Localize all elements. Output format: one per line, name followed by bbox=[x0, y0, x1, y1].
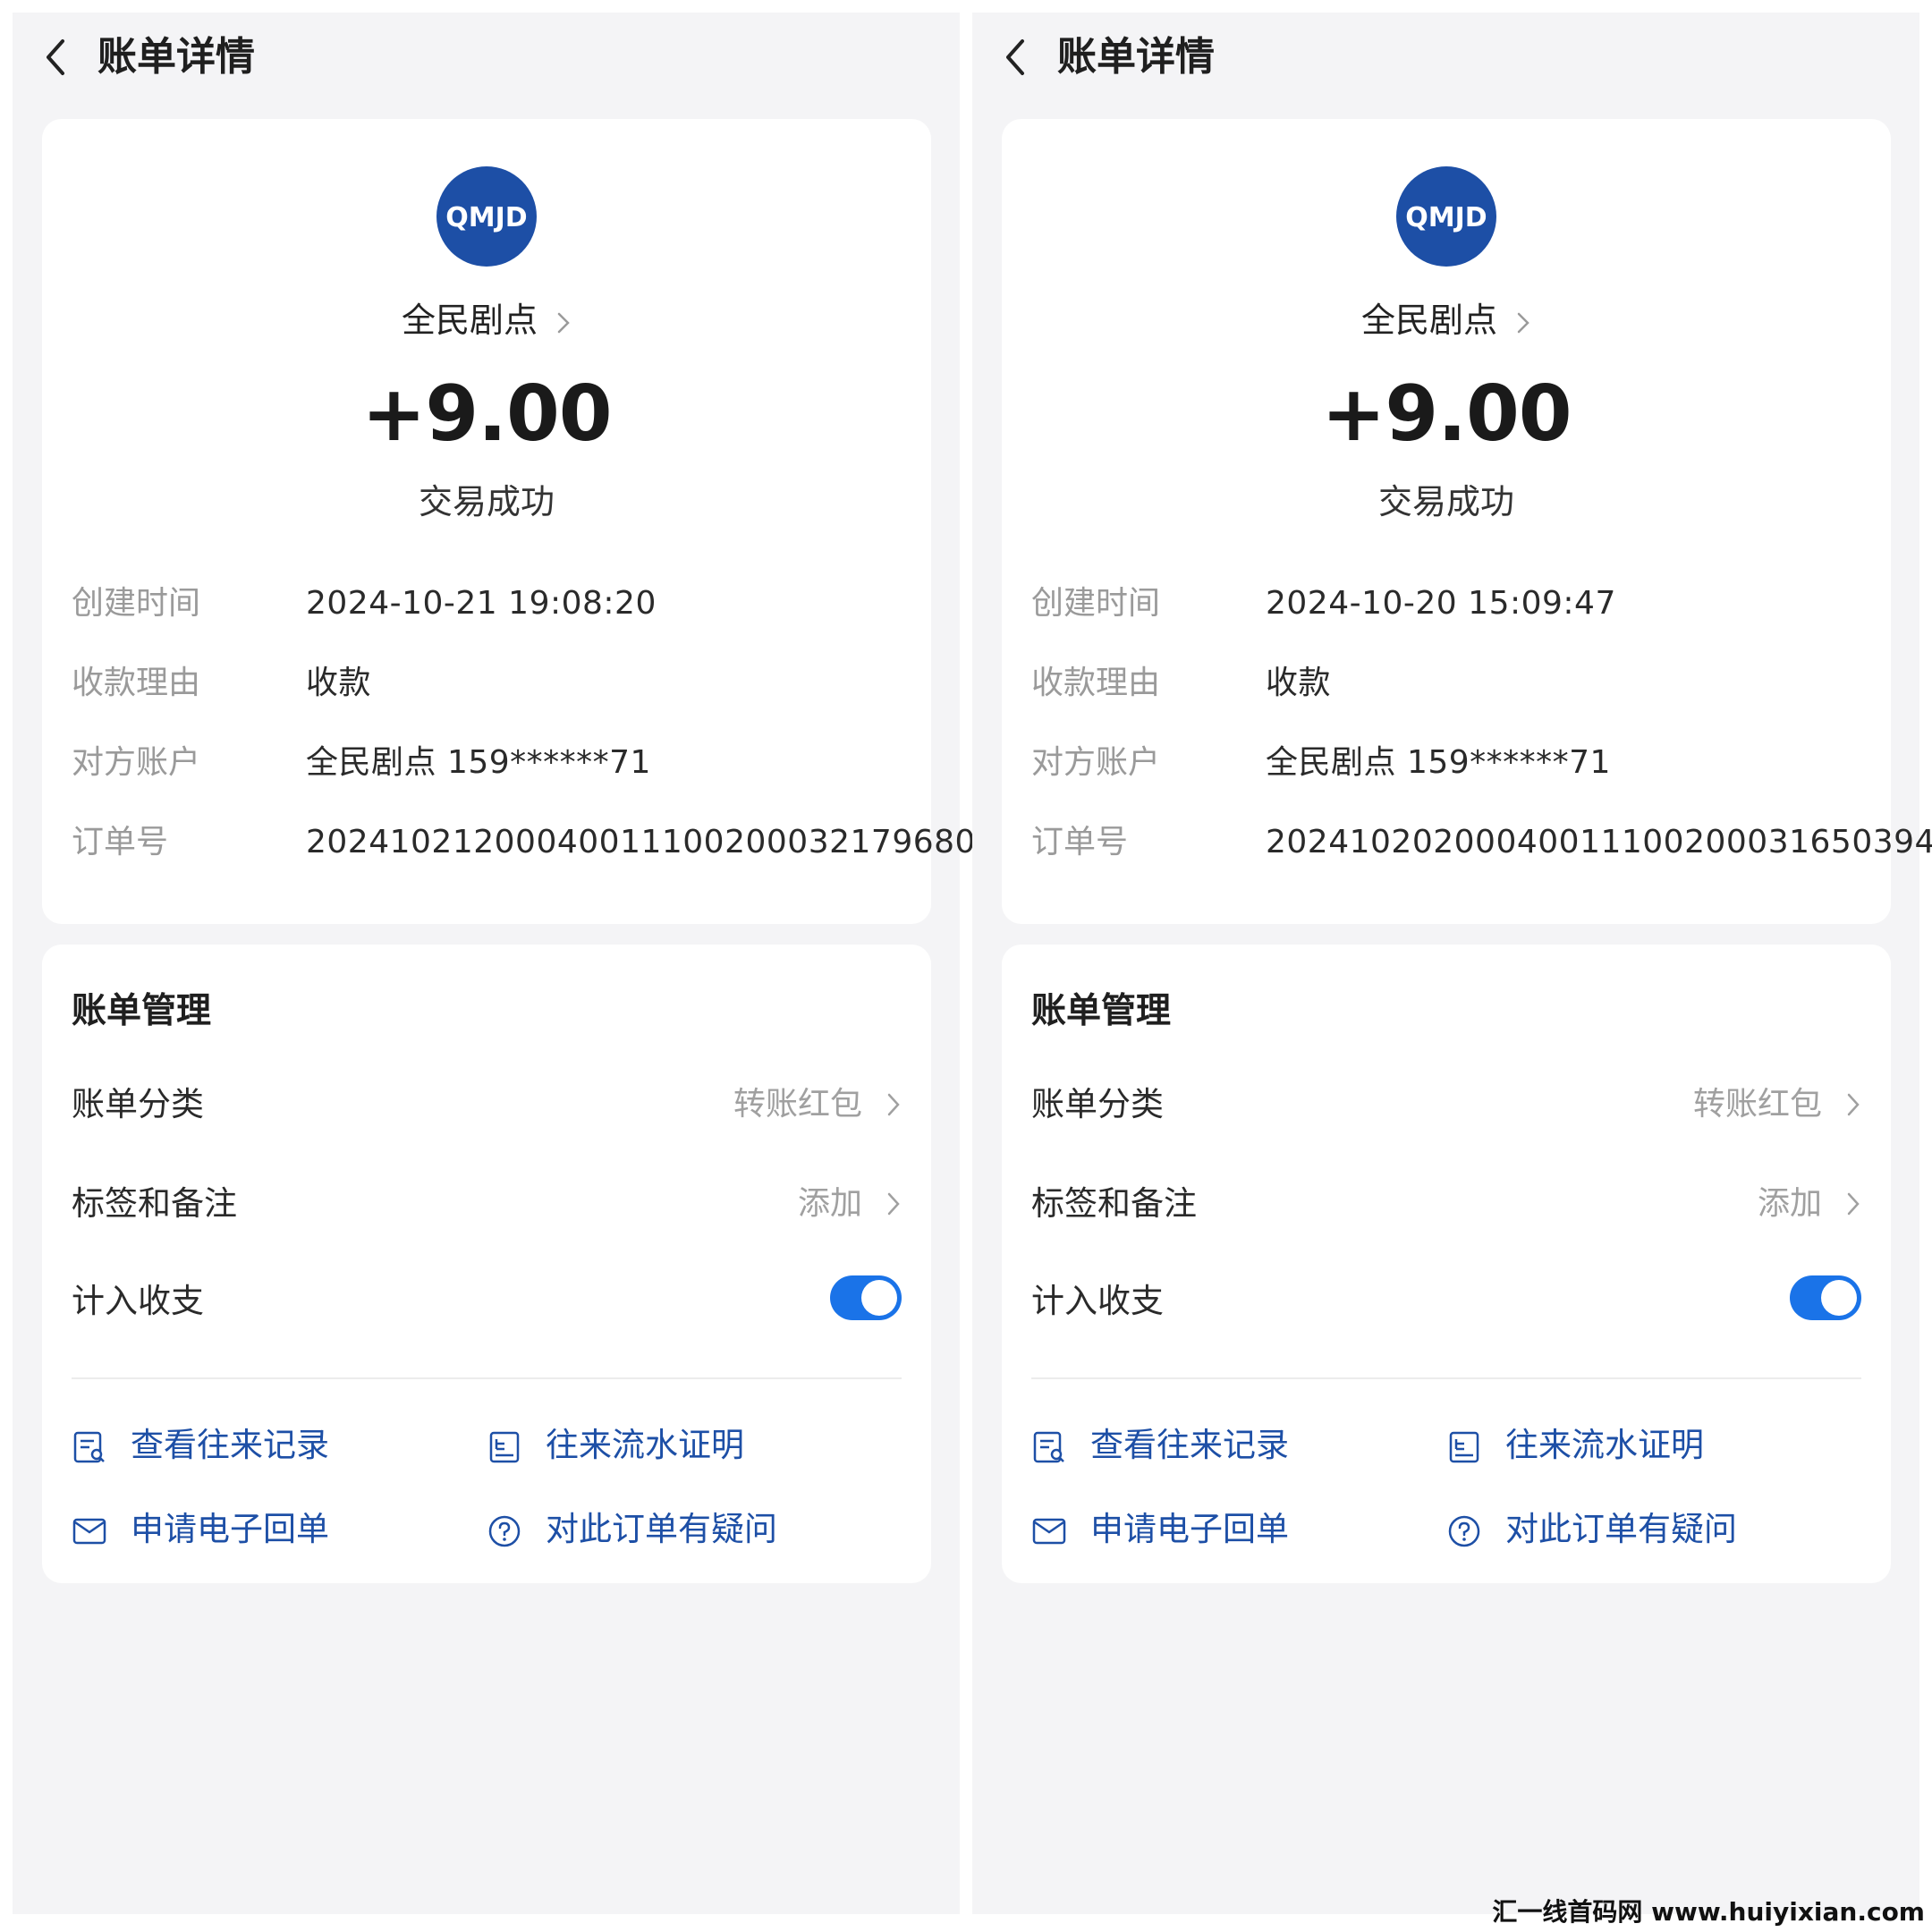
count-in-income-row: 计入收支 bbox=[72, 1270, 902, 1333]
merchant-logo: QMJD bbox=[436, 166, 537, 267]
records-icon bbox=[1033, 1431, 1064, 1463]
detail-row-order-number: 订单号 20241021200040011100200032179680 bbox=[72, 805, 975, 885]
records-icon bbox=[73, 1431, 105, 1463]
bill-category-row[interactable]: 账单分类 转账红包 bbox=[1031, 1073, 1861, 1136]
row-label: 计入收支 bbox=[72, 1282, 204, 1320]
section-title: 账单管理 bbox=[1031, 991, 1172, 1031]
action-label: 查看往来记录 bbox=[1090, 1426, 1289, 1464]
amount: +9.00 bbox=[1321, 369, 1572, 459]
help-circle-icon bbox=[1448, 1515, 1480, 1547]
action-label: 往来流水证明 bbox=[546, 1426, 744, 1464]
chevron-right-icon bbox=[887, 1192, 900, 1216]
bill-category-row[interactable]: 账单分类 转账红包 bbox=[72, 1073, 902, 1136]
toggle-knob bbox=[1821, 1280, 1857, 1316]
detail-row-created-time: 创建时间 2024-10-21 19:08:20 bbox=[72, 566, 912, 646]
help-circle-icon bbox=[488, 1515, 521, 1547]
detail-list: 创建时间 2024-10-21 19:08:20 收款理由 收款 对方账户 全民… bbox=[72, 566, 975, 885]
mail-icon bbox=[1032, 1518, 1066, 1545]
detail-label: 对方账户 bbox=[1031, 744, 1161, 781]
action-label: 申请电子回单 bbox=[131, 1510, 329, 1548]
income-toggle[interactable] bbox=[830, 1275, 902, 1320]
detail-row-counterparty: 对方账户 全民剧点 159******71 bbox=[1031, 725, 1872, 805]
divider bbox=[1031, 1377, 1861, 1379]
detail-value: 2024-10-20 15:09:47 bbox=[1266, 585, 1616, 622]
action-label: 对此订单有疑问 bbox=[546, 1510, 777, 1548]
row-label: 计入收支 bbox=[1031, 1282, 1164, 1320]
merchant-logo-text: QMJD bbox=[1405, 202, 1487, 233]
row-value: 转账红包 bbox=[1692, 1086, 1822, 1123]
detail-row-created-time: 创建时间 2024-10-20 15:09:47 bbox=[1031, 566, 1872, 646]
transaction-status: 交易成功 bbox=[418, 482, 555, 521]
detail-label: 收款理由 bbox=[1031, 665, 1161, 701]
bill-detail-screen-1: 账单详情 QMJD 全民剧点 +9.00 交易成功 创建时间 2024-10-2… bbox=[13, 13, 975, 1914]
row-value: 添加 bbox=[1757, 1185, 1822, 1222]
merchant-name: 全民剧点 bbox=[401, 301, 538, 340]
mail-icon bbox=[72, 1518, 106, 1545]
detail-row-order-number: 订单号 20241020200040011100200031650394 bbox=[1031, 805, 1932, 885]
chevron-right-icon bbox=[557, 312, 570, 333]
action-label: 往来流水证明 bbox=[1505, 1426, 1704, 1464]
detail-list: 创建时间 2024-10-20 15:09:47 收款理由 收款 对方账户 全民… bbox=[1031, 566, 1932, 885]
action-label: 对此订单有疑问 bbox=[1505, 1510, 1737, 1548]
row-label: 标签和备注 bbox=[1031, 1184, 1197, 1223]
transaction-status: 交易成功 bbox=[1377, 482, 1514, 521]
bill-detail-screen-2: 账单详情 QMJD 全民剧点 +9.00 交易成功 创建时间 2024-10-2… bbox=[972, 13, 1932, 1914]
detail-value: 全民剧点 159******71 bbox=[306, 744, 651, 781]
bill-management-card: 账单管理 账单分类 转账红包 标签和备注 添加 计入收支 查看往来记录 往来流水… bbox=[42, 945, 931, 1583]
detail-label: 订单号 bbox=[72, 824, 169, 860]
detail-label: 对方账户 bbox=[72, 744, 201, 781]
income-toggle[interactable] bbox=[1790, 1275, 1861, 1320]
watermark: 汇一线首码网 www.huiyixian.com bbox=[1492, 1897, 1925, 1927]
row-value: 转账红包 bbox=[733, 1086, 862, 1123]
back-arrow-icon[interactable] bbox=[38, 32, 73, 82]
section-title: 账单管理 bbox=[72, 991, 212, 1031]
merchant-name-link[interactable]: 全民剧点 bbox=[1002, 298, 1891, 343]
action-label: 申请电子回单 bbox=[1090, 1510, 1289, 1548]
statement-icon bbox=[1449, 1431, 1479, 1463]
detail-label: 订单号 bbox=[1031, 824, 1129, 860]
tags-notes-row[interactable]: 标签和备注 添加 bbox=[1031, 1173, 1861, 1235]
detail-label: 创建时间 bbox=[1031, 585, 1161, 622]
detail-value: 20241021200040011100200032179680 bbox=[306, 824, 976, 860]
bill-management-card: 账单管理 账单分类 转账红包 标签和备注 添加 计入收支 查看往来记录 往来流水… bbox=[1002, 945, 1891, 1583]
top-bar: 账单详情 bbox=[972, 13, 1919, 102]
back-arrow-icon[interactable] bbox=[997, 32, 1033, 82]
transaction-card: QMJD 全民剧点 +9.00 交易成功 创建时间 2024-10-20 15:… bbox=[1002, 119, 1932, 924]
detail-row-reason: 收款理由 收款 bbox=[72, 646, 912, 725]
transaction-card: QMJD 全民剧点 +9.00 交易成功 创建时间 2024-10-21 19:… bbox=[42, 119, 975, 924]
detail-value: 2024-10-21 19:08:20 bbox=[306, 585, 657, 622]
page-title: 账单详情 bbox=[1057, 34, 1215, 80]
amount: +9.00 bbox=[361, 369, 612, 459]
merchant-logo-text: QMJD bbox=[445, 202, 527, 233]
detail-value: 全民剧点 159******71 bbox=[1266, 744, 1611, 781]
divider bbox=[72, 1377, 902, 1379]
detail-value: 收款 bbox=[306, 665, 372, 701]
chevron-right-icon bbox=[1847, 1192, 1860, 1216]
detail-value: 20241020200040011100200031650394 bbox=[1266, 824, 1932, 860]
statement-icon bbox=[489, 1431, 520, 1463]
tags-notes-row[interactable]: 标签和备注 添加 bbox=[72, 1173, 902, 1235]
row-value: 添加 bbox=[797, 1185, 862, 1222]
row-label: 账单分类 bbox=[72, 1085, 204, 1123]
chevron-right-icon bbox=[1847, 1093, 1860, 1116]
chevron-right-icon bbox=[1517, 312, 1530, 333]
detail-label: 收款理由 bbox=[72, 665, 201, 701]
row-label: 标签和备注 bbox=[72, 1184, 237, 1223]
detail-value: 收款 bbox=[1266, 665, 1332, 701]
merchant-name-link[interactable]: 全民剧点 bbox=[42, 298, 931, 343]
detail-row-reason: 收款理由 收款 bbox=[1031, 646, 1872, 725]
count-in-income-row: 计入收支 bbox=[1031, 1270, 1861, 1333]
merchant-name: 全民剧点 bbox=[1360, 301, 1497, 340]
detail-row-counterparty: 对方账户 全民剧点 159******71 bbox=[72, 725, 912, 805]
page-title: 账单详情 bbox=[97, 34, 255, 80]
merchant-logo: QMJD bbox=[1396, 166, 1496, 267]
top-bar: 账单详情 bbox=[13, 13, 960, 102]
chevron-right-icon bbox=[887, 1093, 900, 1116]
toggle-knob bbox=[861, 1280, 897, 1316]
action-label: 查看往来记录 bbox=[131, 1426, 329, 1464]
row-label: 账单分类 bbox=[1031, 1085, 1164, 1123]
detail-label: 创建时间 bbox=[72, 585, 201, 622]
